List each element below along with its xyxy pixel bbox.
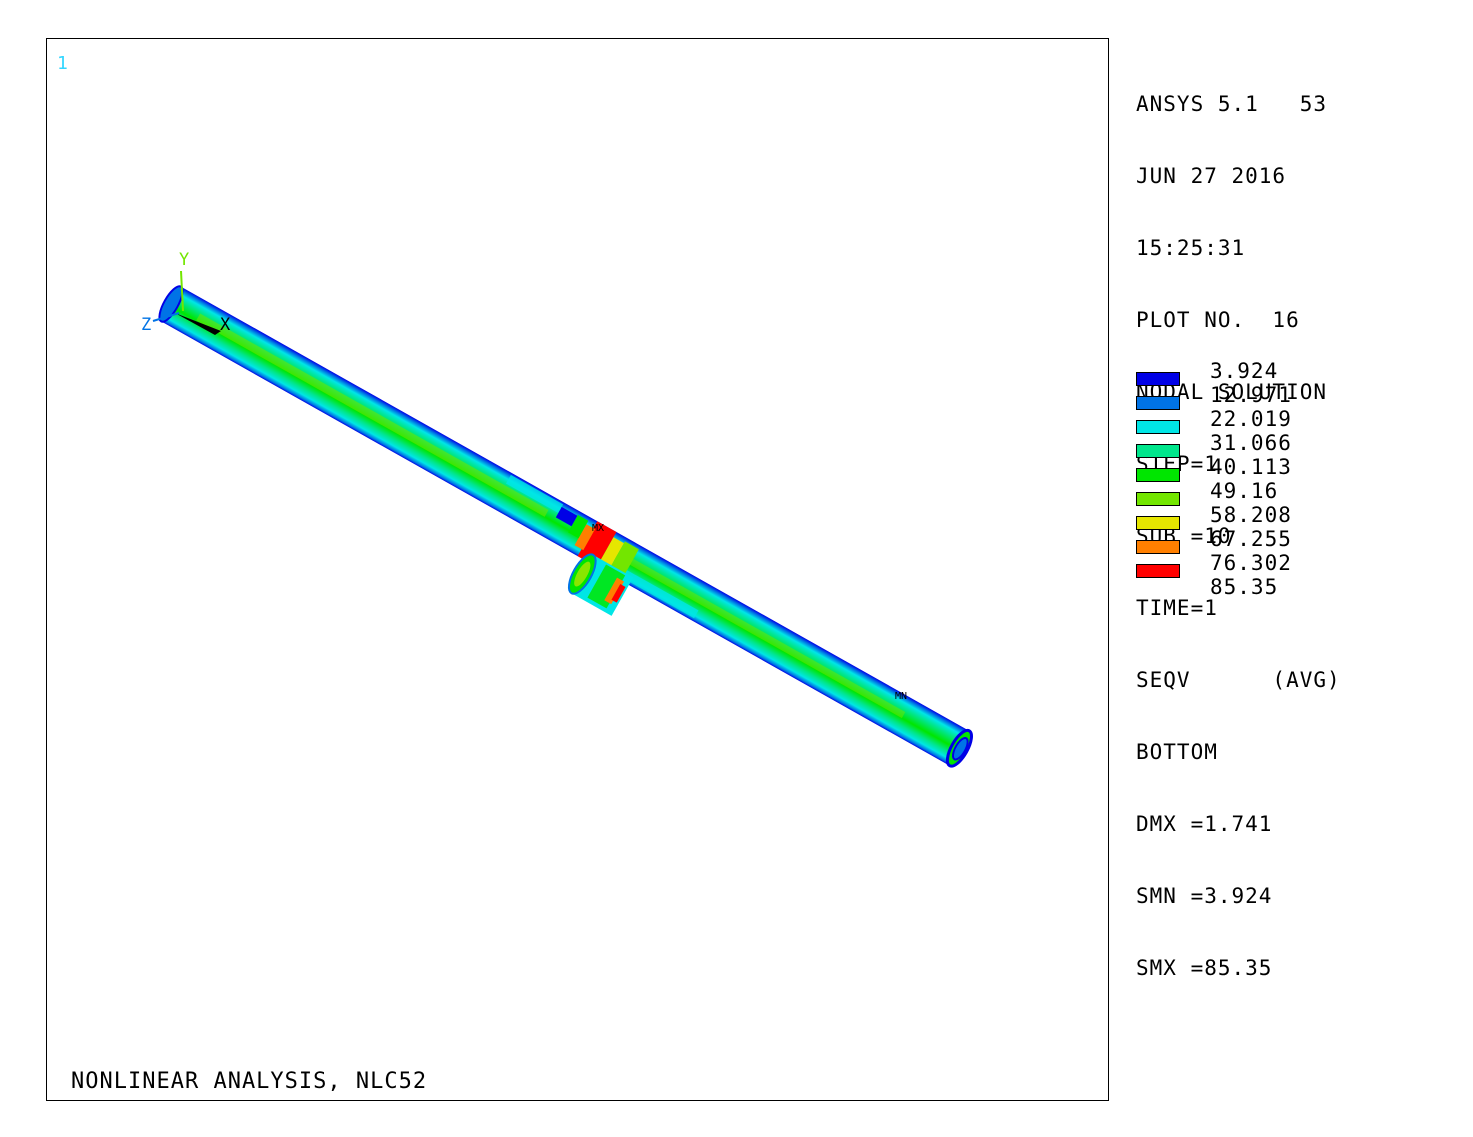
pipe-body <box>158 285 973 768</box>
legend-label: 40.113 <box>1210 455 1292 479</box>
graphics-viewport[interactable]: 1 MX MN Y X Z NONLINEAR ANALYSIS, NLC52 <box>46 38 1109 1101</box>
legend-label: 22.019 <box>1210 407 1292 431</box>
legend-label: 85.35 <box>1210 575 1279 599</box>
time-value: TIME=1 <box>1136 596 1218 620</box>
legend-swatch <box>1136 540 1180 554</box>
legend-label: 3.924 <box>1210 359 1279 383</box>
max-marker: MX <box>592 523 604 534</box>
pipe-model-plot: MX MN Y X Z <box>141 250 973 768</box>
smn-value: SMN =3.924 <box>1136 884 1273 908</box>
legend-swatch <box>1136 444 1180 458</box>
plot-title: NONLINEAR ANALYSIS, NLC52 <box>71 1069 428 1094</box>
plot-number: PLOT NO. 16 <box>1136 308 1300 332</box>
z-axis-label: Z <box>141 315 151 335</box>
legend-label: 58.208 <box>1210 503 1292 527</box>
legend-label: 49.16 <box>1210 479 1279 503</box>
result-item: SEQV (AVG) <box>1136 668 1341 692</box>
x-axis-label: X <box>220 315 231 335</box>
legend-swatch <box>1136 396 1180 410</box>
legend-swatch <box>1136 564 1180 578</box>
legend-swatch <box>1136 372 1180 386</box>
dmx-value: DMX =1.741 <box>1136 812 1273 836</box>
program-version: ANSYS 5.1 53 <box>1136 92 1328 116</box>
legend-label: 12.971 <box>1210 383 1292 407</box>
legend-label: 67.255 <box>1210 527 1292 551</box>
legend-swatch <box>1136 420 1180 434</box>
shell-layer: BOTTOM <box>1136 740 1218 764</box>
legend-label: 76.302 <box>1210 551 1292 575</box>
min-marker: MN <box>895 691 907 702</box>
y-axis-label: Y <box>179 250 189 270</box>
legend-swatch <box>1136 468 1180 482</box>
smx-value: SMX =85.35 <box>1136 956 1273 980</box>
legend-swatch <box>1136 516 1180 530</box>
legend-label: 31.066 <box>1210 431 1292 455</box>
legend-swatch <box>1136 492 1180 506</box>
plot-date: JUN 27 2016 <box>1136 164 1287 188</box>
plot-time: 15:25:31 <box>1136 236 1246 260</box>
